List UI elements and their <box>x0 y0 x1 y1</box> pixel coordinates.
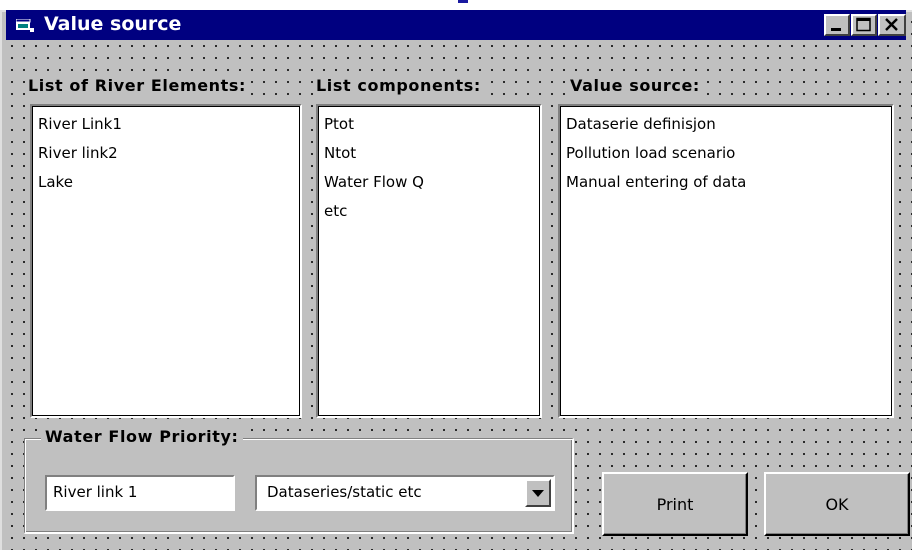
maximize-button[interactable] <box>851 14 877 36</box>
maximize-icon <box>856 17 871 32</box>
close-button[interactable] <box>878 14 906 36</box>
top-marker <box>458 0 468 3</box>
list-item[interactable]: Pollution load scenario <box>566 143 892 172</box>
list-item[interactable]: Water Flow Q <box>324 172 540 201</box>
minimize-button[interactable] <box>824 14 850 36</box>
list-item[interactable]: Manual entering of data <box>566 172 892 201</box>
print-button[interactable]: Print <box>602 472 748 536</box>
river-link-textbox[interactable]: River link 1 <box>45 475 235 511</box>
water-flow-priority-group: Water Flow Priority: River link 1 Datase… <box>24 427 574 534</box>
combo-dropdown-button[interactable] <box>525 479 551 507</box>
list-item[interactable]: Dataserie definisjon <box>566 114 892 143</box>
list-item[interactable]: River link2 <box>38 143 300 172</box>
list-item[interactable]: etc <box>324 201 540 230</box>
combo-selected-value: Dataseries/static etc <box>267 483 422 501</box>
water-flow-combobox[interactable]: Dataseries/static etc <box>255 475 555 511</box>
title-bar[interactable]: Value source <box>6 10 906 40</box>
list-components-label: List components: <box>314 76 483 95</box>
minimize-icon <box>831 28 841 31</box>
water-flow-priority-title: Water Flow Priority: <box>41 427 243 446</box>
river-elements-label: List of River Elements: <box>26 76 249 95</box>
river-elements-listbox[interactable]: River Link1 River link2 Lake <box>30 104 302 418</box>
window-app-icon[interactable] <box>15 18 34 32</box>
list-item[interactable]: Ptot <box>324 114 540 143</box>
window-title: Value source <box>44 13 182 35</box>
chevron-down-icon <box>532 490 544 497</box>
value-source-label: Value source: <box>568 76 702 95</box>
value-source-listbox[interactable]: Dataserie definisjon Pollution load scen… <box>558 104 894 418</box>
list-components-listbox[interactable]: Ptot Ntot Water Flow Q etc <box>316 104 542 418</box>
list-item[interactable]: Lake <box>38 172 300 201</box>
ok-button[interactable]: OK <box>764 472 910 536</box>
close-icon <box>885 18 898 31</box>
list-item[interactable]: River Link1 <box>38 114 300 143</box>
list-item[interactable]: Ntot <box>324 143 540 172</box>
